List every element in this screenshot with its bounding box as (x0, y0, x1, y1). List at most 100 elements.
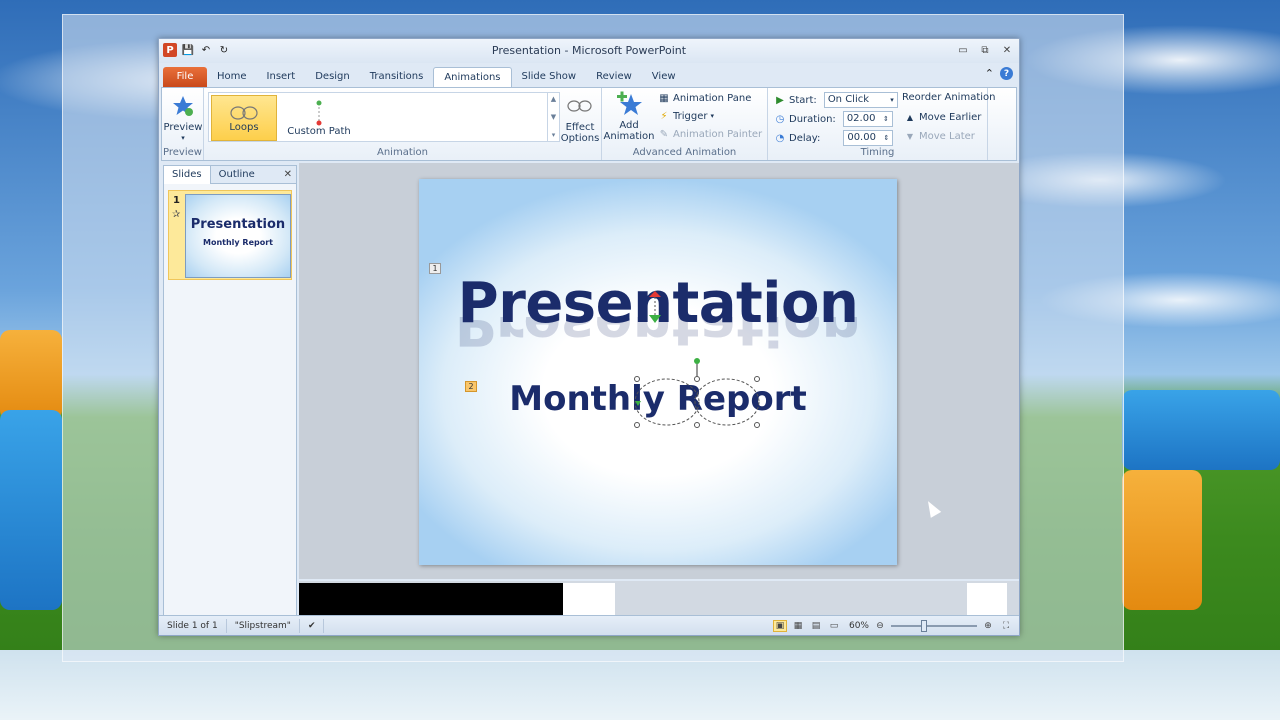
start-dropdown[interactable]: On Click ▾ (823, 92, 898, 108)
spellcheck-icon[interactable]: ✔ (300, 618, 325, 633)
gallery-up-icon[interactable]: ▲ (551, 95, 556, 103)
lightning-icon: ⚡ (660, 110, 668, 122)
slide-canvas[interactable]: 1 Presentation Presentation 2 Monthly Re… (419, 179, 897, 565)
zoom-level[interactable]: 60% (849, 621, 869, 631)
effect-options-button[interactable]: Effect Options (560, 92, 600, 144)
ribbon-tabs: File Home Insert Design Transitions Anim… (159, 65, 1019, 87)
add-animation-line2: Animation (603, 131, 655, 142)
effect-options-line1: Effect (565, 122, 595, 133)
notes-black-block (299, 583, 563, 617)
collapse-ribbon-icon[interactable]: ⌃ (985, 67, 994, 80)
zoom-slider[interactable] (891, 619, 977, 632)
delay-label: Delay: (789, 132, 821, 144)
duration-value: 02.00 (846, 113, 876, 124)
slide-sorter-view-icon[interactable]: ▦ (791, 620, 805, 632)
tab-home[interactable]: Home (207, 67, 257, 87)
animation-pane-button[interactable]: ▦ Animation Pane (658, 92, 751, 104)
ribbon-tabs-right: ⌃ ? (985, 67, 1013, 80)
notes-area (299, 581, 1019, 617)
gallery-item-loops[interactable]: Loops (211, 95, 277, 141)
group-advanced-animation: Add Animation ▦ Animation Pane ⚡ Trigger… (602, 88, 768, 160)
group-timing: ▶ Start: On Click ▾ ◷ Duration: 02.00 ⇕ … (768, 88, 995, 160)
gallery-scroll[interactable]: ▲ ▼ ▾ (547, 93, 559, 141)
gallery-down-icon[interactable]: ▼ (551, 113, 556, 121)
minimize-icon[interactable]: ▭ (955, 43, 971, 57)
add-animation-button[interactable]: Add Animation (603, 90, 655, 142)
title-bar: P 💾 ↶ ↻ Presentation - Microsoft PowerPo… (159, 39, 1019, 63)
custom-path-icon (316, 100, 322, 125)
powerpoint-window: P 💾 ↶ ↻ Presentation - Microsoft PowerPo… (158, 38, 1020, 636)
chevron-down-icon: ▾ (890, 96, 894, 104)
delay-row: ◔ Delay: 00.00 ⇕ (774, 130, 894, 146)
tab-review[interactable]: Review (586, 67, 642, 87)
window-title: Presentation - Microsoft PowerPoint (491, 44, 687, 57)
group-label-animation: Animation (377, 147, 428, 158)
title-motion-path-markers[interactable] (647, 289, 663, 325)
notes-white-block-right (967, 583, 1007, 617)
spinner-arrows-icon[interactable]: ⇕ (883, 131, 889, 145)
slide-show-view-icon[interactable]: ▭ (827, 620, 841, 632)
start-label: Start: (789, 94, 817, 106)
effect-options-icon (566, 92, 594, 120)
spinner-arrows-icon[interactable]: ⇕ (883, 112, 889, 126)
tab-insert[interactable]: Insert (257, 67, 306, 87)
gallery-item-custom-path[interactable]: Custom Path (281, 95, 357, 141)
zoom-out-icon[interactable]: ⊖ (873, 620, 887, 632)
tab-outline[interactable]: Outline (211, 166, 263, 184)
animation-painter-label: Animation Painter (673, 128, 763, 140)
zoom-in-icon[interactable]: ⊕ (981, 620, 995, 632)
slide-number: 1 (173, 195, 180, 206)
trigger-button[interactable]: ⚡ Trigger ▾ (658, 110, 714, 122)
restore-icon[interactable]: ⧉ (977, 43, 993, 57)
effect-options-line2: Options (560, 133, 600, 144)
tab-transitions[interactable]: Transitions (360, 67, 434, 87)
star-play-icon (169, 92, 197, 120)
slide-thumbnail-row[interactable]: 1 ✰ Presentation Monthly Report (168, 190, 292, 280)
desktop-decor-orange-right (1122, 470, 1202, 610)
add-animation-icon (615, 90, 643, 118)
delay-value: 00.00 (847, 132, 876, 143)
tab-view[interactable]: View (642, 67, 686, 87)
preview-button[interactable]: Preview ▾ (164, 92, 202, 144)
animation-pane-icon: ▦ (659, 92, 669, 104)
tab-design[interactable]: Design (305, 67, 360, 87)
desktop-decor-blue-right (1122, 390, 1280, 470)
trigger-label: Trigger (673, 110, 708, 122)
clock-icon: ◷ (775, 113, 785, 125)
thumbnail-title: Presentation (190, 217, 286, 232)
move-later-button[interactable]: ▼ Move Later (904, 130, 975, 142)
close-pane-icon[interactable]: ✕ (284, 169, 292, 180)
move-earlier-button[interactable]: ▲ Move Earlier (904, 111, 981, 123)
zoom-slider-thumb[interactable] (921, 619, 927, 632)
loops-motion-path[interactable] (629, 357, 779, 431)
delay-clock-icon: ◔ (775, 132, 785, 144)
status-bar: Slide 1 of 1 "Slipstream" ✔ ▣ ▦ ▤ ▭ 60% … (159, 615, 1019, 635)
tab-slides[interactable]: Slides (164, 165, 211, 184)
slide-thumbnail[interactable]: Presentation Monthly Report (185, 194, 291, 278)
desktop-decor-blue-left (0, 410, 62, 610)
reading-view-icon[interactable]: ▤ (809, 620, 823, 632)
tab-slide-show[interactable]: Slide Show (512, 67, 587, 87)
group-label-preview: Preview (163, 147, 202, 158)
animation-star-icon: ✰ (172, 209, 181, 220)
theme-name: "Slipstream" (227, 618, 300, 633)
animation-painter-button[interactable]: ✎ Animation Painter (658, 128, 762, 140)
close-icon[interactable]: ✕ (999, 43, 1015, 57)
duration-label: Duration: (789, 113, 836, 125)
slides-pane: Slides Outline ✕ 1 ✰ Presentation Monthl… (163, 165, 297, 617)
thumbnail-subtitle: Monthly Report (203, 238, 273, 247)
duration-spinner[interactable]: 02.00 ⇕ (842, 111, 893, 127)
animation-gallery: Loops Custom Path ▲ ▼ ▾ (208, 92, 560, 142)
delay-spinner[interactable]: 00.00 ⇕ (843, 130, 894, 146)
tab-animations[interactable]: Animations (433, 67, 512, 87)
tab-file[interactable]: File (163, 67, 207, 87)
start-value: On Click (827, 94, 870, 105)
group-label-timing: Timing (860, 147, 895, 158)
arrow-down-icon: ▼ (906, 131, 914, 141)
normal-view-icon[interactable]: ▣ (772, 619, 787, 632)
gallery-more-icon[interactable]: ▾ (552, 131, 556, 139)
duration-row: ◷ Duration: 02.00 ⇕ (774, 111, 893, 127)
fit-slide-icon[interactable]: ⛶ (999, 620, 1013, 632)
rotation-handle[interactable] (694, 358, 700, 364)
help-icon[interactable]: ? (1000, 67, 1013, 80)
